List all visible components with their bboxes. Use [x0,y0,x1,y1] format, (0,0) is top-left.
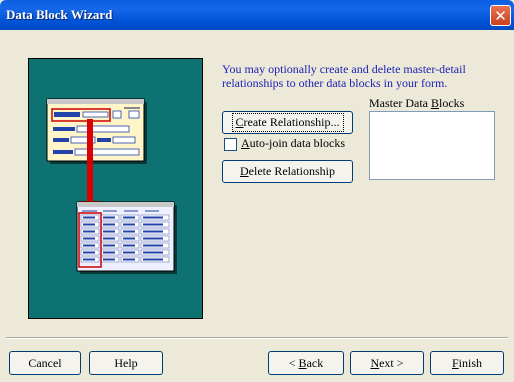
master-detail-illustration [46,98,177,274]
next-button[interactable]: Next > [350,351,424,375]
create-relationship-button[interactable]: Create Relationship... [222,111,353,134]
auto-join-label[interactable]: Auto-join data blocks [241,136,345,151]
help-button[interactable]: Help [89,351,163,375]
footer-separator [6,337,508,339]
cancel-label: Cancel [28,355,62,370]
close-button[interactable]: ✕ [490,5,511,26]
next-label: Next > [370,355,404,370]
finish-label: Finish [451,355,483,370]
window-title: Data Block Wizard [6,7,113,22]
help-label: Help [114,355,138,370]
close-icon: ✕ [494,6,507,25]
delete-relationship-button[interactable]: Delete Relationship [222,160,353,183]
description-text: You may optionally create and delete mas… [222,62,466,90]
finish-button[interactable]: Finish [430,351,504,375]
master-data-blocks-list[interactable] [369,111,495,180]
create-relationship-label: Create Relationship... [231,113,344,132]
master-data-blocks-label: Master Data Blocks [369,96,465,110]
illustration-panel [28,58,203,319]
delete-relationship-label: Delete Relationship [240,164,335,178]
back-label: < Back [288,355,324,370]
cancel-button[interactable]: Cancel [9,351,81,375]
title-bar: Data Block Wizard ✕ [0,0,514,30]
auto-join-checkbox[interactable] [224,138,237,151]
back-button[interactable]: < Back [268,351,344,375]
